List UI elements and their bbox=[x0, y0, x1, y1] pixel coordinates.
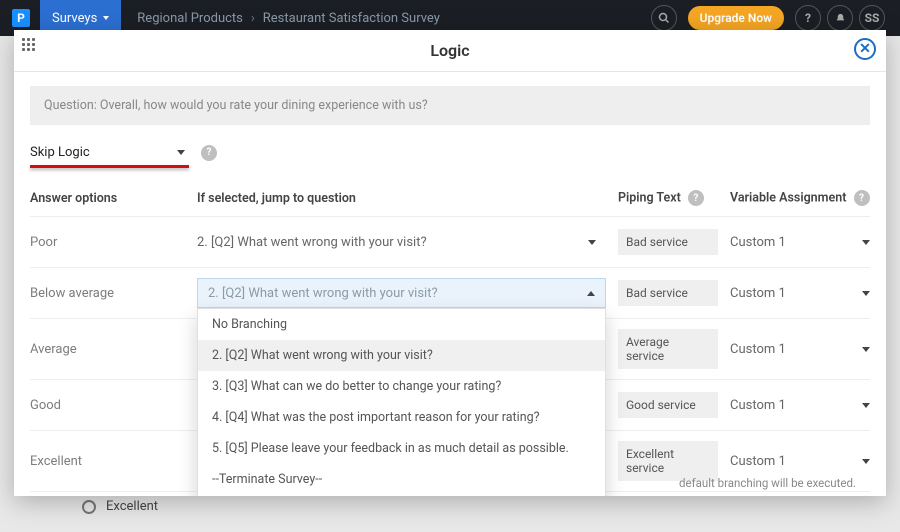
variable-select-value: Custom 1 bbox=[730, 286, 786, 301]
jump-select-value: 2. [Q2] What went wrong with your visit? bbox=[197, 235, 427, 250]
jump-select-value: 2. [Q2] What went wrong with your visit? bbox=[208, 286, 438, 301]
variable-select-value: Custom 1 bbox=[730, 454, 786, 469]
piping-text-input[interactable]: Good service bbox=[618, 392, 718, 418]
variable-select[interactable]: Custom 1 bbox=[730, 235, 870, 250]
list-item: Excellent bbox=[82, 499, 158, 514]
table-row: Poor 2. [Q2] What went wrong with your vi… bbox=[30, 217, 870, 268]
avatar[interactable]: SS bbox=[859, 5, 885, 31]
dropdown-option[interactable]: --Terminate Survey-- bbox=[198, 464, 605, 495]
col-variable: Variable Assignment ? bbox=[730, 190, 870, 206]
bell-icon[interactable] bbox=[827, 5, 853, 31]
breadcrumb-item[interactable]: Restaurant Satisfaction Survey bbox=[255, 11, 448, 26]
logic-modal: Logic ✕ Question: Overall, how would you… bbox=[14, 30, 886, 496]
radio-label: Excellent bbox=[106, 499, 158, 514]
search-icon[interactable] bbox=[651, 5, 677, 31]
dropdown-option[interactable]: 4. [Q4] What was the post important reas… bbox=[198, 402, 605, 433]
chevron-down-icon bbox=[862, 403, 870, 408]
col-answer: Answer options bbox=[30, 191, 185, 206]
piping-text-input[interactable]: Bad service bbox=[618, 229, 718, 255]
piping-text-input[interactable]: Excellent service bbox=[618, 441, 718, 481]
chevron-down-icon bbox=[177, 150, 185, 155]
jump-select[interactable]: 2. [Q2] What went wrong with your visit? bbox=[197, 278, 606, 308]
piping-text-input[interactable]: Average service bbox=[618, 329, 718, 369]
variable-select[interactable]: Custom 1 bbox=[730, 398, 870, 413]
dropdown-option[interactable]: --Goto Thank You Page-- bbox=[198, 495, 605, 496]
table-header-row: Answer options If selected, jump to ques… bbox=[30, 180, 870, 217]
modal-titlebar: Logic ✕ bbox=[14, 30, 886, 72]
breadcrumb: Regional Products › Restaurant Satisfact… bbox=[129, 11, 448, 26]
logic-type-label: Skip Logic bbox=[30, 145, 90, 160]
app-logo: P bbox=[12, 9, 30, 27]
default-branch-note: default branching will be executed. bbox=[679, 476, 856, 490]
variable-select-value: Custom 1 bbox=[730, 398, 786, 413]
chevron-down-icon bbox=[862, 291, 870, 296]
answer-option: Excellent bbox=[30, 454, 185, 469]
col-piping: Piping Text ? bbox=[618, 190, 718, 206]
close-icon[interactable]: ✕ bbox=[854, 38, 876, 60]
modal-title: Logic bbox=[430, 41, 469, 60]
upgrade-button[interactable]: Upgrade Now bbox=[688, 6, 784, 30]
help-icon[interactable]: ? bbox=[795, 5, 821, 31]
help-icon[interactable]: ? bbox=[201, 145, 217, 161]
dropdown-option[interactable]: 5. [Q5] Please leave your feedback in as… bbox=[198, 433, 605, 464]
modal-body: Question: Overall, how would you rate yo… bbox=[14, 72, 886, 496]
breadcrumb-item[interactable]: Regional Products bbox=[129, 11, 251, 26]
col-jump: If selected, jump to question bbox=[197, 191, 606, 206]
jump-select[interactable]: 2. [Q2] What went wrong with your visit? bbox=[197, 227, 606, 257]
variable-select[interactable]: Custom 1 bbox=[730, 342, 870, 357]
highlight-underline bbox=[30, 165, 189, 168]
logic-type-select[interactable]: Skip Logic bbox=[30, 139, 185, 166]
answer-option: Below average bbox=[30, 286, 185, 301]
menu-label: Surveys bbox=[52, 11, 97, 26]
dropdown-option[interactable]: 2. [Q2] What went wrong with your visit? bbox=[198, 340, 605, 371]
help-icon[interactable]: ? bbox=[688, 190, 704, 206]
variable-select-value: Custom 1 bbox=[730, 342, 786, 357]
chevron-down-icon bbox=[588, 240, 596, 245]
answer-option: Average bbox=[30, 342, 185, 357]
answer-option: Good bbox=[30, 398, 185, 413]
piping-text-input[interactable]: Bad service bbox=[618, 280, 718, 306]
jump-dropdown-panel[interactable]: No Branching2. [Q2] What went wrong with… bbox=[197, 308, 606, 496]
answer-option: Poor bbox=[30, 235, 185, 250]
chevron-down-icon bbox=[862, 240, 870, 245]
chevron-up-icon bbox=[587, 291, 595, 296]
help-icon[interactable]: ? bbox=[854, 190, 870, 206]
variable-select[interactable]: Custom 1 bbox=[730, 286, 870, 301]
chevron-down-icon bbox=[103, 16, 109, 20]
variable-select-value: Custom 1 bbox=[730, 235, 786, 250]
question-text: Question: Overall, how would you rate yo… bbox=[30, 86, 870, 125]
drag-handle-icon[interactable] bbox=[22, 38, 36, 52]
chevron-down-icon bbox=[862, 347, 870, 352]
radio-icon bbox=[82, 500, 96, 514]
variable-select[interactable]: Custom 1 bbox=[730, 454, 870, 469]
chevron-down-icon bbox=[862, 459, 870, 464]
dropdown-option[interactable]: 3. [Q3] What can we do better to change … bbox=[198, 371, 605, 402]
dropdown-option[interactable]: No Branching bbox=[198, 309, 605, 340]
